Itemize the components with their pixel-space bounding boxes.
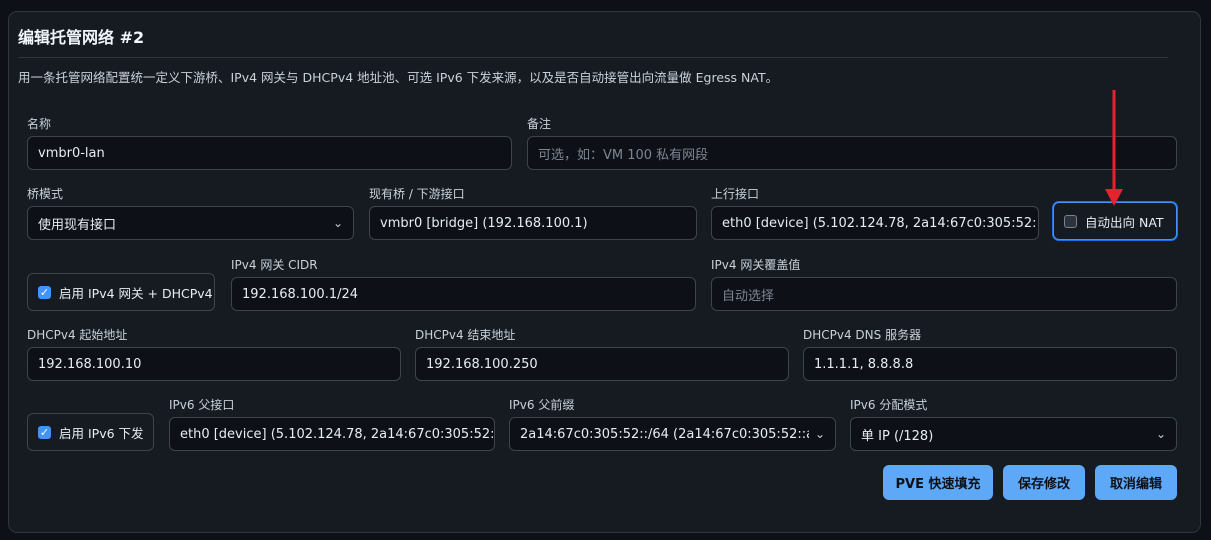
- ipv6-mode-value: 单 IP (/128): [861, 428, 934, 444]
- chevron-down-icon: ⌄: [1155, 427, 1166, 441]
- dhcp-end-label: DHCPv4 结束地址: [415, 328, 516, 342]
- check-icon: ✓: [38, 425, 51, 439]
- cancel-edit-button[interactable]: 取消编辑: [1095, 465, 1177, 500]
- ipv6-parent-if-label: IPv6 父接口: [169, 398, 235, 412]
- bridge-mode-value: 使用现有接口: [38, 217, 117, 233]
- existing-bridge-input[interactable]: vmbr0 [bridge] (192.168.100.1): [369, 206, 697, 240]
- ipv4-enable-label: 启用 IPv4 网关 + DHCPv4: [59, 285, 213, 301]
- ipv4-override-label: IPv4 网关覆盖值: [711, 258, 801, 272]
- uplink-input[interactable]: eth0 [device] (5.102.124.78, 2a14:67c0:3…: [711, 206, 1039, 240]
- ipv6-parent-if-input[interactable]: eth0 [device] (5.102.124.78, 2a14:67c0:3…: [169, 417, 495, 451]
- ipv6-mode-label: IPv6 分配模式: [850, 398, 928, 412]
- ipv4-enable-checkbox[interactable]: ✓ 启用 IPv4 网关 + DHCPv4: [27, 273, 215, 311]
- ipv6-enable-label: 启用 IPv6 下发: [59, 425, 144, 441]
- title-divider: [18, 57, 1168, 58]
- ipv4-cidr-label: IPv4 网关 CIDR: [231, 258, 318, 272]
- edit-network-card: [8, 11, 1201, 533]
- ipv6-prefix-value: 2a14:67c0:305:52::/64 (2a14:67c0:305:52:…: [520, 426, 809, 442]
- dhcp-start-input[interactable]: 192.168.100.10: [27, 347, 401, 381]
- bridge-mode-select[interactable]: 使用现有接口 ⌄: [27, 206, 354, 240]
- save-button[interactable]: 保存修改: [1003, 465, 1085, 500]
- page-title: 编辑托管网络 #2: [18, 28, 145, 47]
- ipv6-prefix-select[interactable]: 2a14:67c0:305:52::/64 (2a14:67c0:305:52:…: [509, 417, 836, 451]
- ipv4-override-input[interactable]: 自动选择: [711, 277, 1177, 311]
- note-input[interactable]: 可选，如：VM 100 私有网段: [527, 136, 1177, 170]
- chevron-down-icon: ⌄: [814, 427, 825, 441]
- dhcp-dns-label: DHCPv4 DNS 服务器: [803, 328, 922, 342]
- bridge-mode-label: 桥模式: [27, 187, 64, 201]
- ipv4-cidr-input[interactable]: 192.168.100.1/24: [231, 277, 696, 311]
- check-icon: ✓: [38, 285, 51, 299]
- note-label: 备注: [527, 117, 552, 131]
- dhcp-dns-input[interactable]: 1.1.1.1, 8.8.8.8: [803, 347, 1177, 381]
- annotation-arrow-icon: [1105, 90, 1123, 206]
- name-input[interactable]: vmbr0-lan: [27, 136, 512, 170]
- checkbox-unchecked-icon: [1064, 214, 1077, 228]
- ipv6-prefix-label: IPv6 父前缀: [509, 398, 575, 412]
- pve-quick-fill-button[interactable]: PVE 快速填充: [883, 465, 993, 500]
- auto-nat-label: 自动出向 NAT: [1085, 214, 1164, 230]
- ipv6-enable-checkbox[interactable]: ✓ 启用 IPv6 下发: [27, 413, 154, 451]
- uplink-label: 上行接口: [711, 187, 760, 201]
- existing-bridge-label: 现有桥 / 下游接口: [369, 187, 465, 201]
- chevron-down-icon: ⌄: [332, 216, 343, 230]
- name-label: 名称: [27, 117, 52, 131]
- dhcp-end-input[interactable]: 192.168.100.250: [415, 347, 789, 381]
- ipv6-mode-select[interactable]: 单 IP (/128) ⌄: [850, 417, 1177, 451]
- form-description: 用一条托管网络配置统一定义下游桥、IPv4 网关与 DHCPv4 地址池、可选 …: [18, 70, 779, 85]
- dhcp-start-label: DHCPv4 起始地址: [27, 328, 128, 342]
